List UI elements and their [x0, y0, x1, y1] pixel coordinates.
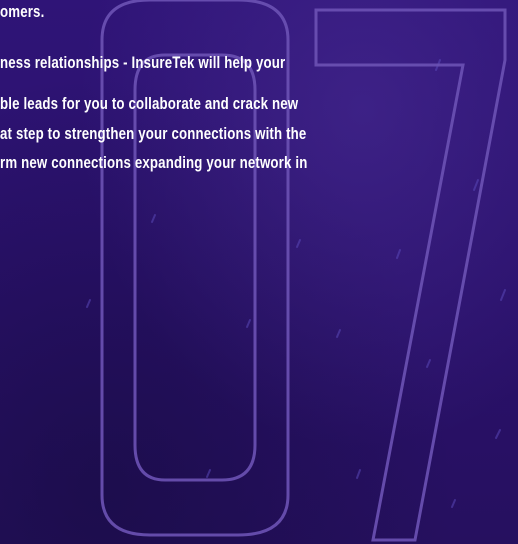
- text-line: ness relationships - InsureTek will help…: [0, 53, 286, 72]
- text-line: omers.: [0, 2, 45, 21]
- text-line: at step to strengthen your connections w…: [0, 124, 307, 143]
- text-line: ble leads for you to collaborate and cra…: [0, 94, 299, 113]
- text-line: rm new connections expanding your networ…: [0, 153, 308, 172]
- text-block: omers. ness relationships - InsureTek wi…: [0, 0, 518, 544]
